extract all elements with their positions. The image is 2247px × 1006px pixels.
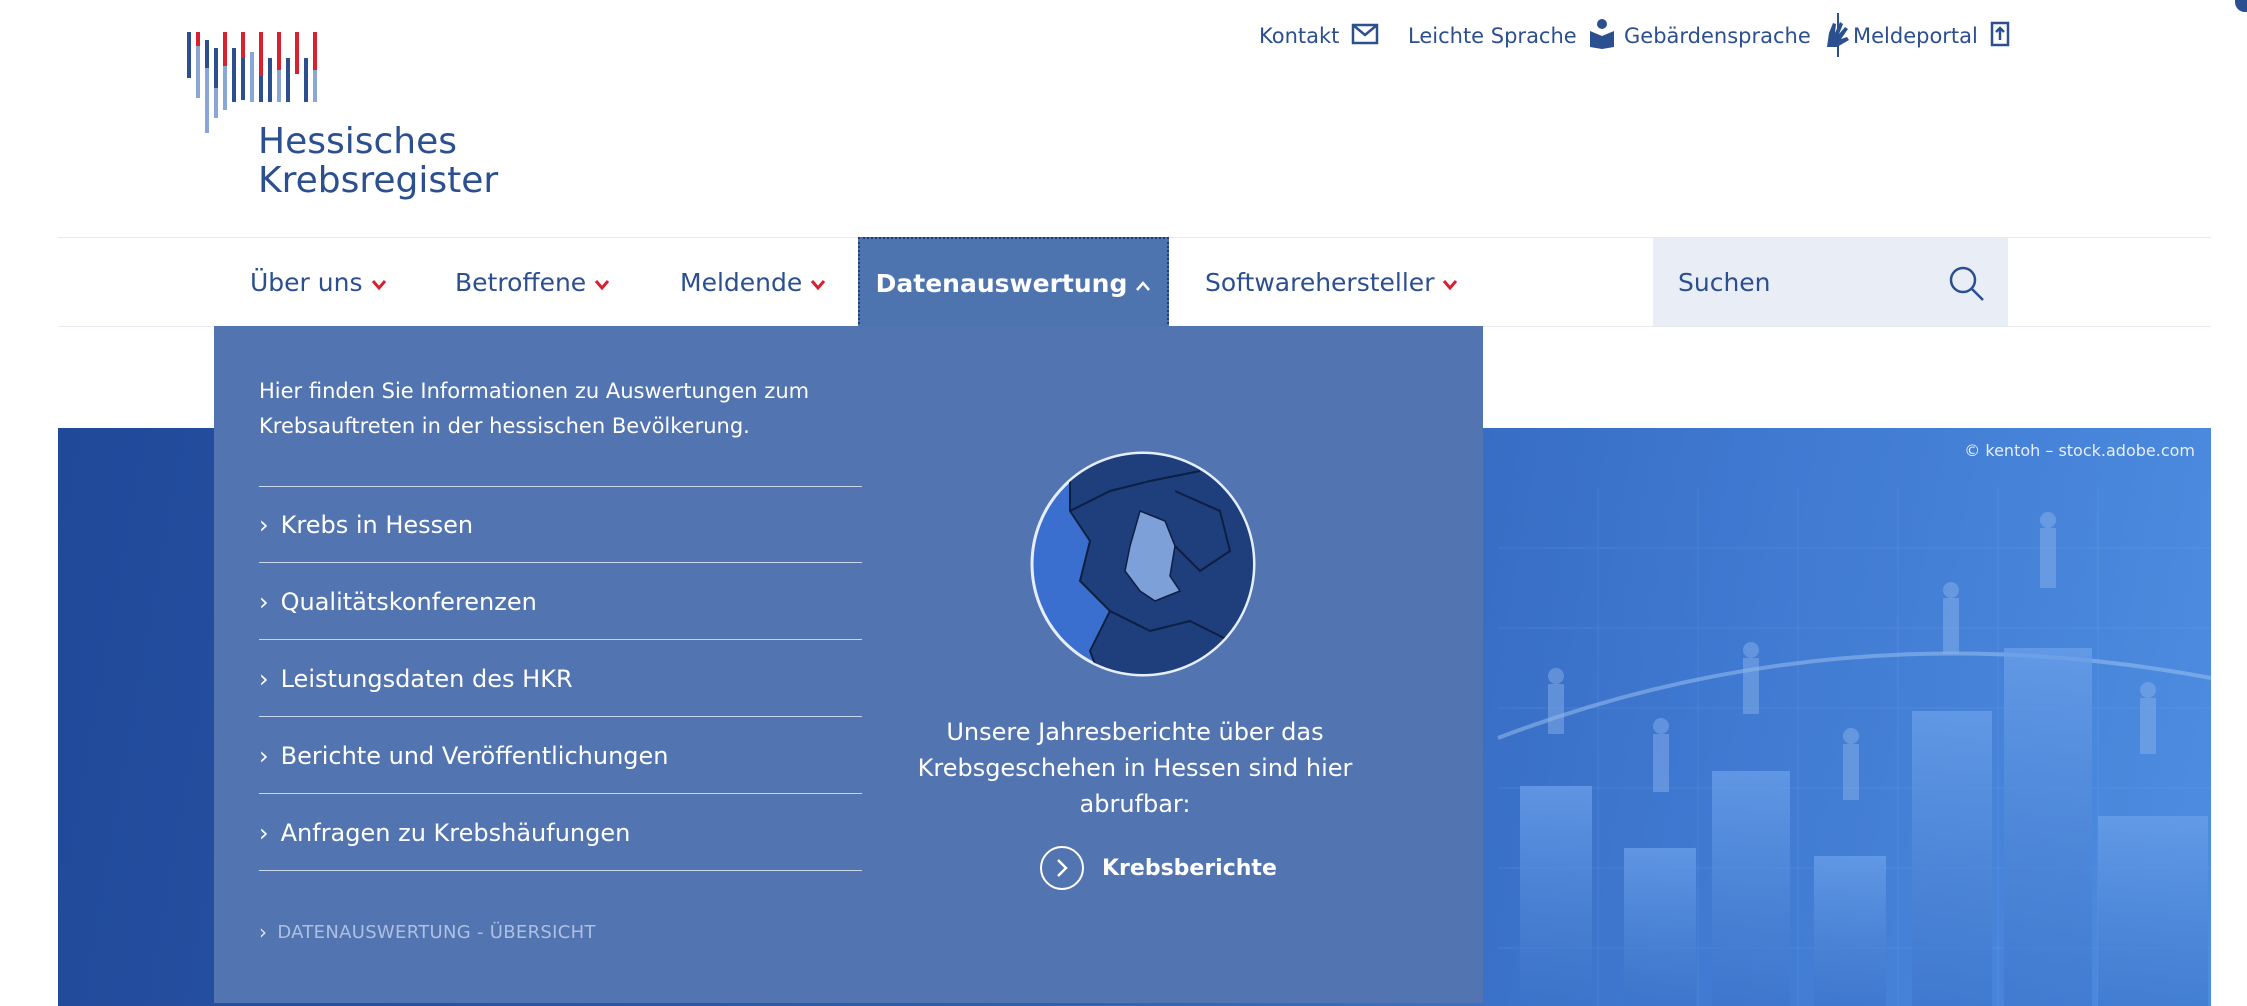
nav-label-softwarehersteller: Softwarehersteller — [1205, 267, 1435, 297]
nav-label-betroffene: Betroffene — [455, 267, 587, 297]
envelope-icon — [1351, 23, 1379, 50]
util-link-leichte-sprache[interactable]: Leichte Sprache — [1408, 18, 1615, 54]
chevron-down-icon — [594, 268, 610, 297]
chevron-down-icon — [810, 268, 826, 297]
menu-link-qualitaetskonferenzen[interactable]: › Qualitätskonferenzen — [259, 564, 862, 640]
krebsberichte-label: Krebsberichte — [1102, 855, 1277, 881]
nav-softwarehersteller[interactable]: Softwarehersteller — [1205, 238, 1458, 326]
search-icon[interactable] — [1948, 265, 1986, 307]
menu-link-label: Krebs in Hessen — [280, 510, 474, 539]
util-link-meldeportal[interactable]: Meldeportal — [1853, 20, 2010, 52]
nav-ueber-uns[interactable]: Über uns — [250, 238, 387, 326]
chevron-down-icon — [371, 268, 387, 297]
util-divider — [1837, 13, 1839, 57]
logo-line-2: Krebsregister — [258, 160, 499, 201]
chevron-right-icon: › — [259, 920, 268, 944]
search-label: Suchen — [1678, 267, 1771, 297]
mega-menu-datenauswertung: Hier finden Sie Informationen zu Auswert… — [214, 326, 1483, 1003]
chevron-right-icon: › — [259, 664, 269, 693]
arrow-circle-icon — [1040, 846, 1084, 890]
util-label-gebaerdensprache: Gebärdensprache — [1624, 24, 1811, 48]
hessen-map-globe-icon — [1030, 451, 1256, 681]
chevron-right-icon: › — [259, 510, 269, 539]
menu-overview-label: DATENAUSWERTUNG - ÜBERSICHT — [277, 921, 596, 943]
menu-link-anfragen[interactable]: › Anfragen zu Krebshäufungen — [259, 795, 862, 871]
menu-link-label: Berichte und Veröffentlichungen — [280, 741, 669, 770]
krebsberichte-link[interactable]: Krebsberichte — [1040, 846, 1277, 890]
nav-label-datenauswertung: Datenauswertung — [875, 269, 1128, 298]
nav-meldende[interactable]: Meldende — [680, 238, 826, 326]
portal-icon — [1990, 21, 2010, 52]
menu-intro-text: Hier finden Sie Informationen zu Auswert… — [259, 379, 810, 438]
util-link-gebaerdensprache[interactable]: Gebärdensprache — [1624, 20, 1851, 52]
chevron-right-icon: › — [259, 818, 269, 847]
logo-text: Hessisches Krebsregister — [258, 122, 498, 200]
menu-link-leistungsdaten[interactable]: › Leistungsdaten des HKR — [259, 641, 862, 717]
util-label-leichte-sprache: Leichte Sprache — [1408, 24, 1577, 48]
nav-datenauswertung[interactable]: Datenauswertung — [858, 237, 1169, 328]
nav-betroffene[interactable]: Betroffene — [455, 238, 610, 326]
chevron-right-icon: › — [259, 741, 269, 770]
chevron-up-icon — [1135, 269, 1151, 298]
menu-link-label: Anfragen zu Krebshäufungen — [280, 818, 631, 847]
chevron-right-icon: › — [259, 587, 269, 616]
nav-label-meldende: Meldende — [680, 267, 803, 297]
menu-link-label: Qualitätskonferenzen — [280, 587, 537, 616]
util-label-meldeportal: Meldeportal — [1853, 24, 1978, 48]
menu-link-krebs-in-hessen[interactable]: › Krebs in Hessen — [259, 487, 862, 563]
chevron-down-icon — [1442, 268, 1458, 297]
menu-link-berichte[interactable]: › Berichte und Veröffentlichungen — [259, 718, 862, 794]
annual-report-teaser: Unsere Jahresberichte über das Krebsgesc… — [917, 718, 1353, 818]
util-label-kontakt: Kontakt — [1259, 24, 1340, 48]
logo-line-1: Hessisches — [258, 121, 458, 162]
reading-person-icon — [1589, 18, 1615, 54]
menu-link-overview[interactable]: › DATENAUSWERTUNG - ÜBERSICHT — [259, 920, 596, 944]
util-link-kontakt[interactable]: Kontakt — [1259, 20, 1379, 52]
menu-link-label: Leistungsdaten des HKR — [280, 664, 573, 693]
nav-label-ueber-uns: Über uns — [250, 267, 363, 297]
search-box[interactable]: Suchen — [1653, 238, 2008, 326]
corner-mark — [2235, 0, 2247, 12]
image-credit: © kentoh – stock.adobe.com — [1964, 441, 2195, 460]
